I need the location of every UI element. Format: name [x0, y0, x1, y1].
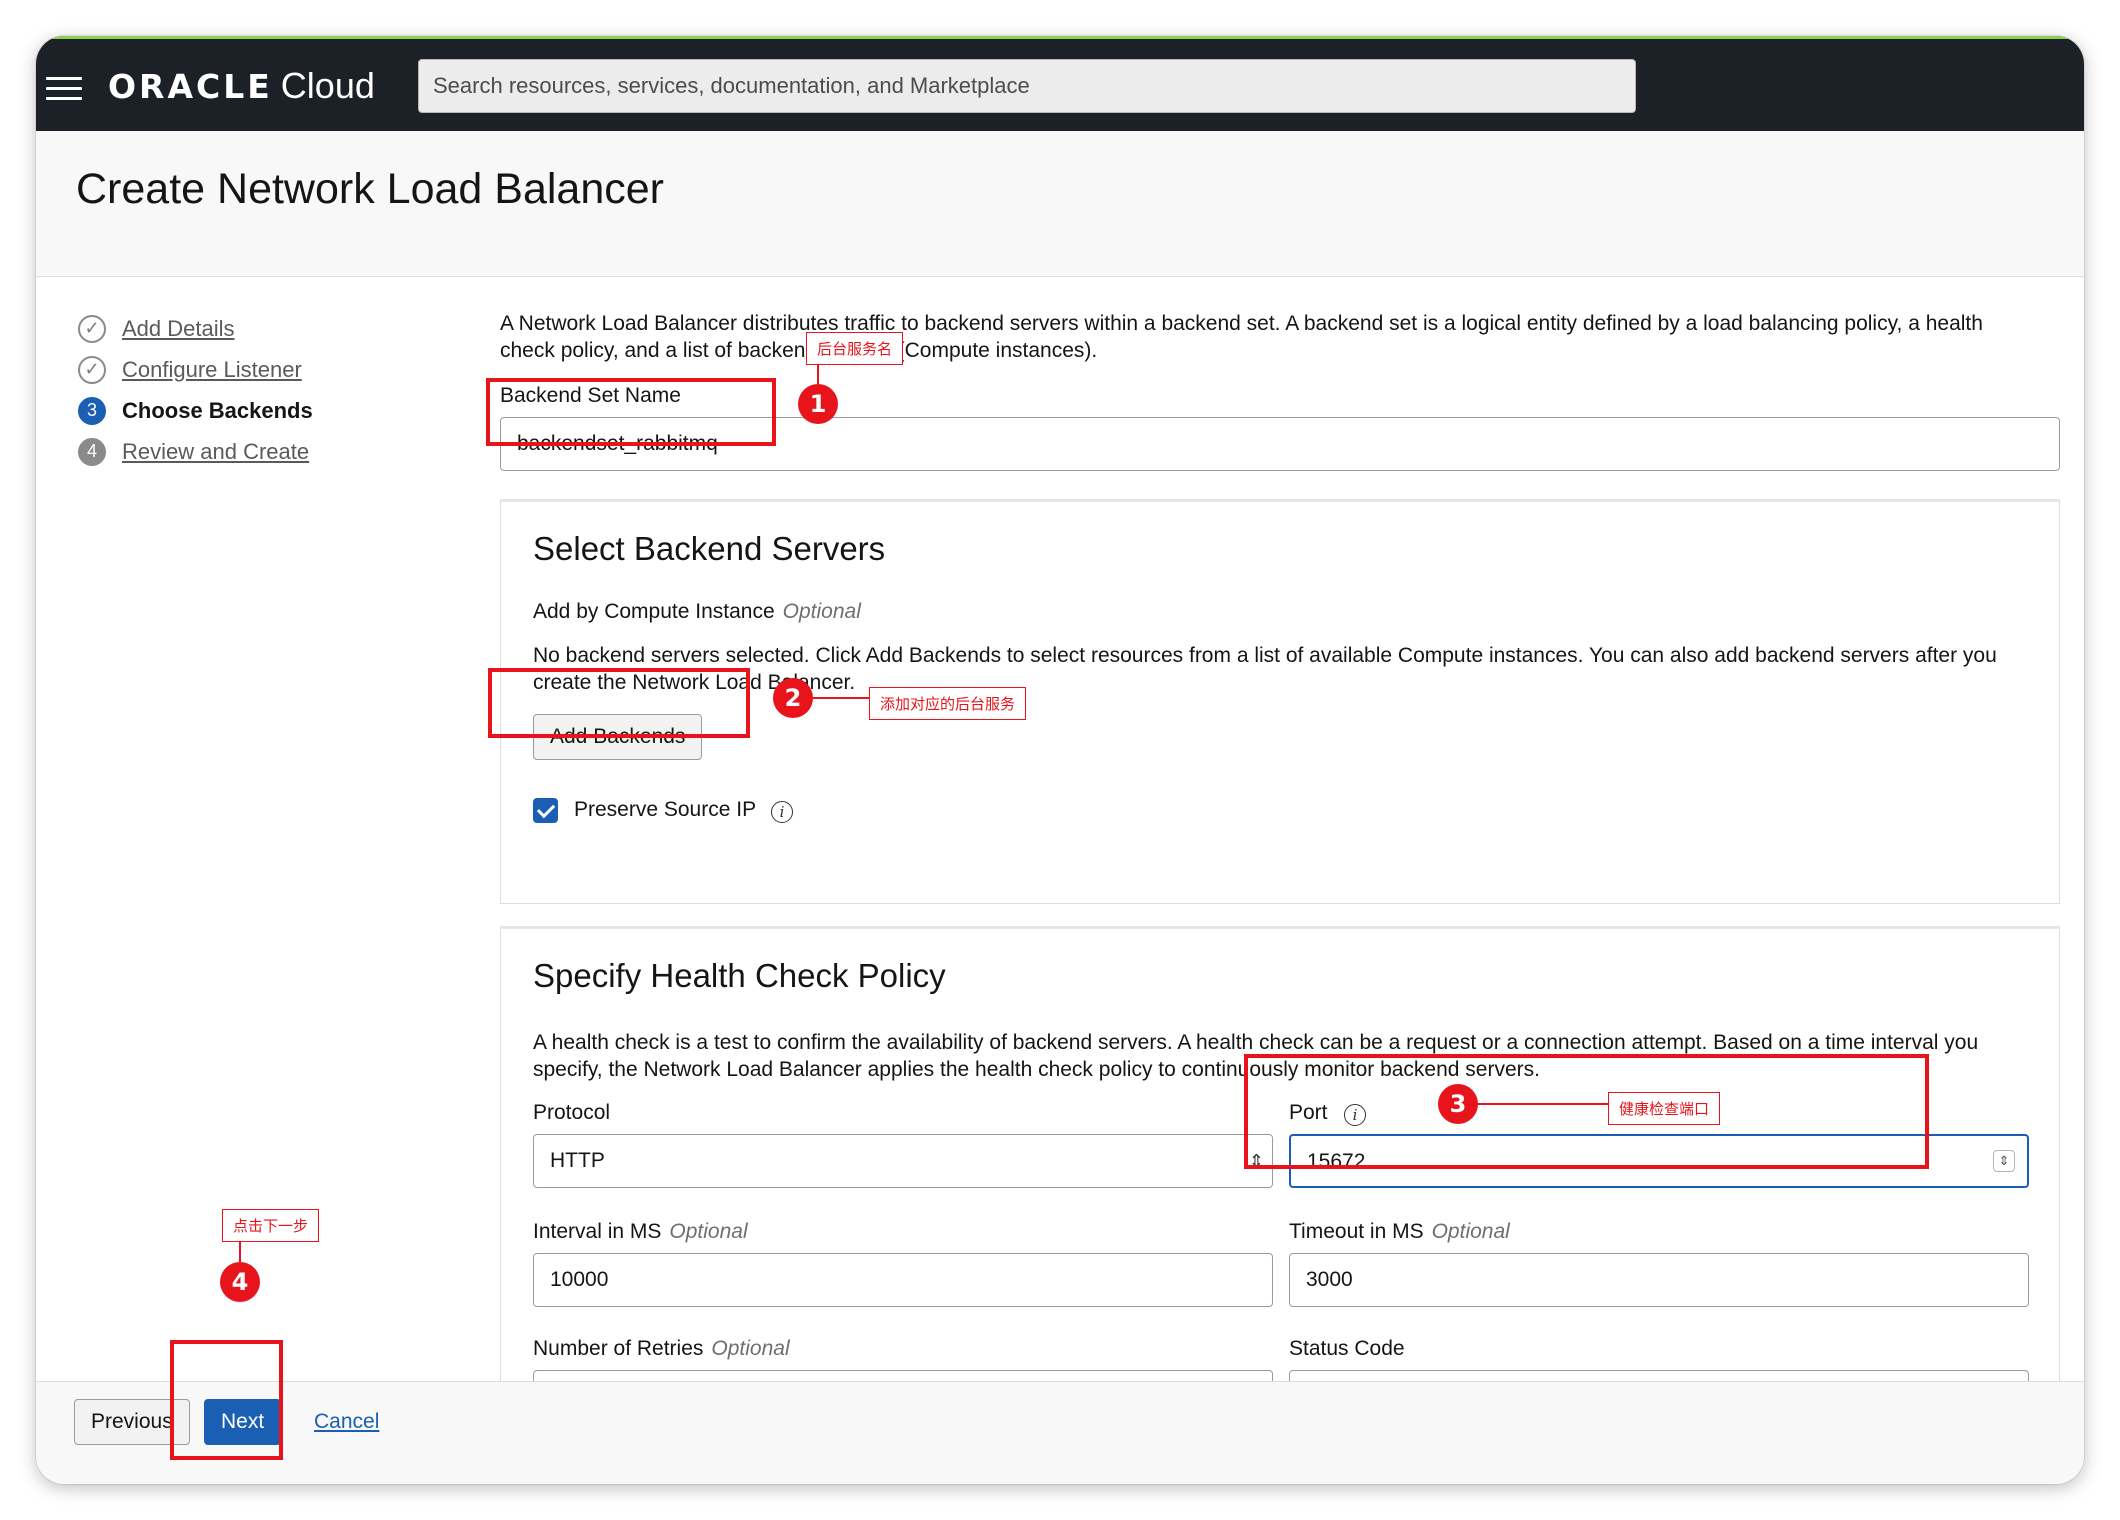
- wizard-steps: ✓ Add Details ✓ Configure Listener 3 Cho…: [78, 276, 478, 472]
- protocol-value: HTTP: [550, 1149, 605, 1172]
- step-choose-backends: 3 Choose Backends: [78, 390, 478, 431]
- protocol-label: Protocol: [533, 1101, 611, 1124]
- annotation-box-add-backends: [488, 668, 750, 738]
- info-icon[interactable]: i: [771, 801, 793, 823]
- search-input[interactable]: Search resources, services, documentatio…: [418, 59, 1636, 113]
- cancel-link[interactable]: Cancel: [314, 1410, 379, 1434]
- annotation-connector: [817, 364, 819, 384]
- brand-cloud: Cloud: [280, 65, 375, 106]
- preserve-source-ip-checkbox[interactable]: [533, 798, 558, 823]
- timeout-label: Timeout in MS Optional: [1289, 1220, 1510, 1244]
- retries-text: Number of Retries: [533, 1337, 704, 1360]
- protocol-select[interactable]: HTTP ⇕: [533, 1134, 1273, 1188]
- check-circle-icon: ✓: [78, 355, 106, 384]
- annotation-box-next: [170, 1340, 283, 1460]
- interval-label: Interval in MS Optional: [533, 1220, 748, 1244]
- step-review-create[interactable]: 4 Review and Create: [78, 431, 478, 472]
- optional-tag: Optional: [669, 1220, 748, 1243]
- annotation-marker-3: 3: [1438, 1084, 1478, 1124]
- step-number-badge: 3: [78, 396, 106, 425]
- health-check-title: Specify Health Check Policy: [533, 957, 946, 994]
- annotation-note-1: 后台服务名: [806, 332, 904, 365]
- backend-servers-description: No backend servers selected. Click Add B…: [533, 644, 1997, 694]
- optional-tag: Optional: [1431, 1220, 1510, 1243]
- annotation-note-4: 点击下一步: [222, 1209, 320, 1242]
- optional-tag: Optional: [782, 600, 861, 623]
- interval-input[interactable]: 10000: [533, 1253, 1273, 1307]
- annotation-connector: [239, 1242, 241, 1262]
- step-add-details[interactable]: ✓ Add Details: [78, 308, 478, 349]
- oracle-cloud-logo[interactable]: ORACLE Cloud: [108, 65, 375, 107]
- annotation-box-port: [1244, 1054, 1929, 1169]
- intro-text: A Network Load Balancer distributes traf…: [500, 312, 1983, 362]
- app-window: ORACLE Cloud Search resources, services, …: [36, 36, 2084, 1484]
- wizard-footer: Previous Next Cancel: [36, 1381, 2084, 1484]
- optional-tag: Optional: [711, 1337, 790, 1360]
- step-label[interactable]: Add Details: [122, 316, 235, 342]
- step-label: Choose Backends: [122, 397, 313, 423]
- preserve-source-ip-label: Preserve Source IP: [574, 798, 757, 821]
- add-by-compute-text: Add by Compute Instance: [533, 600, 775, 623]
- annotation-box-backend-set: [486, 378, 776, 446]
- top-navigation-bar: ORACLE Cloud Search resources, services, …: [36, 36, 2084, 131]
- step-number-badge: 4: [78, 437, 106, 466]
- step-label[interactable]: Review and Create: [122, 439, 309, 465]
- stepper-icon[interactable]: ⇕: [1993, 1150, 2015, 1172]
- title-bar: Create Network Load Balancer: [36, 131, 2084, 277]
- step-configure-listener[interactable]: ✓ Configure Listener: [78, 349, 478, 390]
- menu-icon[interactable]: [46, 77, 82, 101]
- interval-text: Interval in MS: [533, 1220, 662, 1243]
- annotation-marker-1: 1: [798, 384, 838, 424]
- step-label[interactable]: Configure Listener: [122, 357, 302, 383]
- retries-label: Number of Retries Optional: [533, 1337, 790, 1361]
- annotation-connector: [813, 697, 869, 699]
- annotation-note-3: 健康检查端口: [1608, 1092, 1721, 1125]
- check-circle-icon: ✓: [78, 314, 106, 343]
- page-title: Create Network Load Balancer: [76, 165, 664, 213]
- annotation-note-2: 添加对应的后台服务: [869, 687, 1027, 720]
- timeout-text: Timeout in MS: [1289, 1220, 1424, 1243]
- timeout-input[interactable]: 3000: [1289, 1253, 2029, 1307]
- add-by-compute-label: Add by Compute Instance Optional: [533, 600, 861, 624]
- backend-servers-title: Select Backend Servers: [533, 530, 886, 567]
- brand-oracle: ORACLE: [108, 67, 273, 106]
- status-code-label: Status Code: [1289, 1337, 1405, 1360]
- annotation-marker-4: 4: [220, 1262, 260, 1302]
- annotation-marker-2: 2: [773, 678, 813, 718]
- annotation-connector: [1478, 1103, 1608, 1105]
